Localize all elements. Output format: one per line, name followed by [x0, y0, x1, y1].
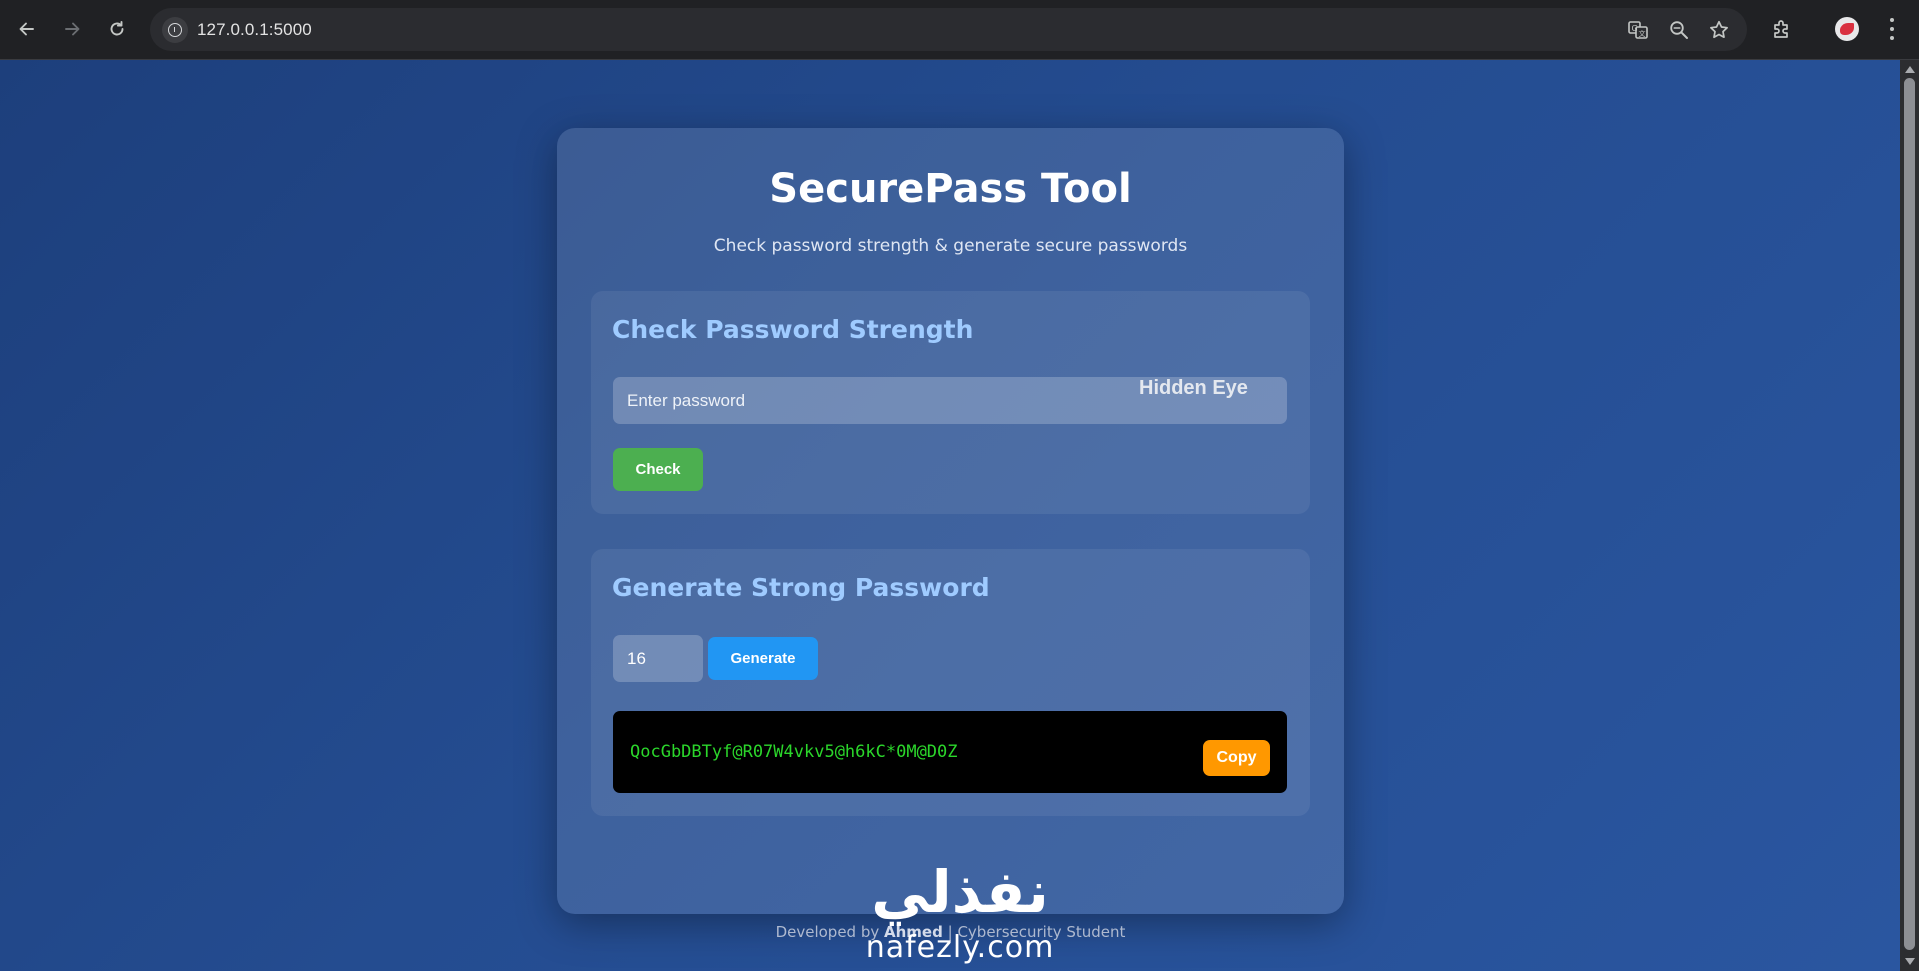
generate-section-title: Generate Strong Password [612, 573, 990, 602]
copy-button[interactable]: Copy [1203, 740, 1270, 776]
extensions-puzzle-icon[interactable] [1768, 15, 1796, 43]
bookmark-star-icon[interactable] [1707, 18, 1731, 42]
footer-author: Ahmed [884, 923, 943, 941]
generated-password-box: QocGbDBTyf@R07W4vkv5@h6kC*0M@D0Z Copy [613, 711, 1287, 793]
scrollbar-thumb[interactable] [1904, 78, 1915, 950]
svg-text:文: 文 [1639, 29, 1646, 38]
page-subtitle: Check password strength & generate secur… [713, 236, 1188, 256]
reload-icon [110, 21, 124, 36]
profile-avatar[interactable] [1835, 17, 1859, 41]
reload-button[interactable] [102, 14, 132, 44]
arrow-left-icon [19, 22, 34, 36]
svg-text:G: G [1632, 24, 1638, 33]
footer-suffix: | Cybersecurity Student [947, 923, 1126, 941]
scroll-up-arrow-icon[interactable] [1905, 66, 1915, 73]
browser-toolbar: 127.0.0.1:5000 G文 [0, 0, 1919, 60]
footer-prefix: Developed by [775, 923, 880, 941]
check-button[interactable]: Check [613, 448, 703, 491]
footer-credit: Developed by Ahmed | Cybersecurity Stude… [557, 923, 1344, 941]
password-length-input[interactable]: 16 [613, 635, 703, 682]
browser-menu-icon[interactable] [1889, 18, 1895, 40]
translate-icon[interactable]: G文 [1626, 18, 1650, 42]
check-strength-section: Check Password Strength Hidden Eye Check [591, 291, 1310, 514]
site-info-icon[interactable] [162, 17, 188, 43]
page-scrollbar[interactable] [1900, 60, 1919, 971]
url-text[interactable]: 127.0.0.1:5000 [197, 20, 312, 40]
forward-button[interactable] [57, 14, 87, 44]
scroll-down-arrow-icon[interactable] [1905, 958, 1915, 965]
generated-password-text: QocGbDBTyf@R07W4vkv5@h6kC*0M@D0Z [630, 742, 958, 762]
address-bar[interactable]: 127.0.0.1:5000 G文 [150, 8, 1747, 51]
main-card: SecurePass Tool Check password strength … [557, 128, 1344, 941]
back-button[interactable] [12, 14, 42, 44]
check-section-title: Check Password Strength [612, 315, 974, 344]
show-password-toggle[interactable]: Hidden Eye [1139, 377, 1248, 400]
generate-password-section: Generate Strong Password 16 Generate Qoc… [591, 549, 1310, 816]
page-viewport: SecurePass Tool Check password strength … [0, 60, 1900, 971]
arrow-right-icon [65, 22, 80, 36]
page-title: SecurePass Tool [769, 166, 1132, 212]
generate-button[interactable]: Generate [708, 637, 818, 680]
zoom-icon[interactable] [1667, 18, 1691, 42]
